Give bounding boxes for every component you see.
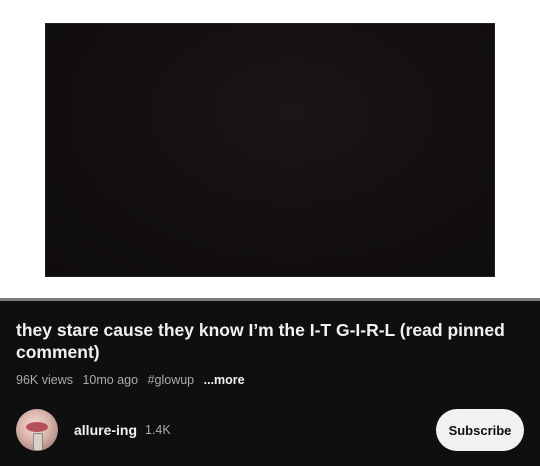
video-info-panel: they stare cause they know I’m the I-T G…: [0, 301, 540, 466]
youtube-video-screen: they stare cause they know I’m the I-T G…: [0, 0, 540, 466]
video-metadata[interactable]: 96K views 10mo ago #glowup ...more: [16, 373, 251, 387]
more-description-link[interactable]: ...more: [204, 373, 245, 387]
video-title[interactable]: they stare cause they know I’m the I-T G…: [16, 319, 526, 363]
hashtag-link[interactable]: #glowup: [148, 373, 195, 387]
lips-icon: [26, 422, 48, 432]
channel-avatar[interactable]: [16, 409, 58, 451]
channel-name[interactable]: allure-ing: [74, 422, 137, 438]
video-player-area[interactable]: [0, 0, 540, 300]
view-count: 96K views: [16, 373, 73, 387]
perfume-bottle-icon: [33, 433, 43, 451]
subscribe-button[interactable]: Subscribe: [436, 409, 524, 451]
channel-row: allure-ing 1.4K Subscribe: [0, 406, 540, 456]
video-player[interactable]: [45, 23, 495, 277]
upload-age: 10mo ago: [82, 373, 139, 387]
subscriber-count: 1.4K: [145, 423, 171, 437]
